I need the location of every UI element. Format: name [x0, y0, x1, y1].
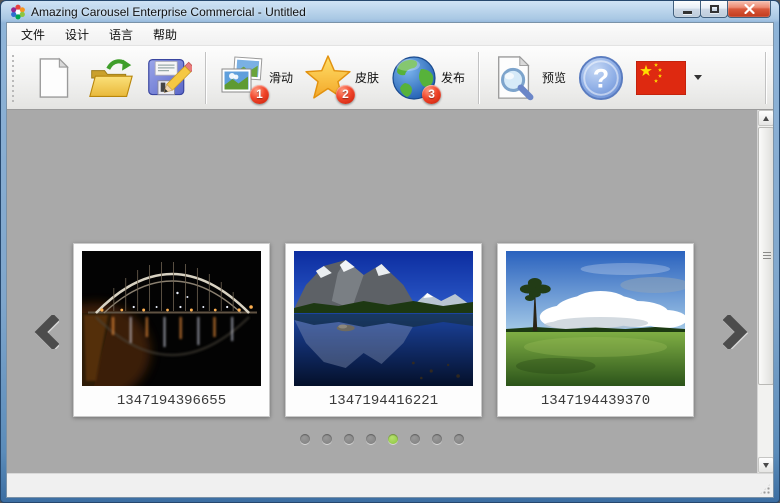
menu-help[interactable]: 帮助: [143, 23, 187, 46]
scrollbar-grip-icon: [763, 252, 771, 260]
scroll-up-icon: [763, 116, 769, 121]
pagination-dot[interactable]: [322, 434, 332, 444]
preview-button-label: 预览: [542, 69, 566, 86]
toolbar-gripper: [11, 54, 16, 102]
skin-button[interactable]: 2 皮肤: [299, 50, 385, 106]
skin-button-label: 皮肤: [355, 69, 379, 86]
close-button[interactable]: [727, 1, 771, 18]
carousel-next-arrow[interactable]: [723, 315, 749, 349]
preview-icon: [492, 54, 538, 102]
publish-button-label: 发布: [441, 69, 465, 86]
toolbar-separator: [478, 52, 479, 104]
slide-button-label: 滑动: [269, 69, 293, 86]
design-canvas: 1347194396655: [7, 110, 757, 473]
china-flag-icon: [636, 61, 686, 95]
resize-grip[interactable]: [759, 483, 771, 495]
toolbar-separator: [205, 52, 206, 104]
pagination-dot[interactable]: [366, 434, 376, 444]
app-window: Amazing Carousel Enterprise Commercial -…: [0, 0, 780, 503]
carousel-slide[interactable]: 1347194396655: [73, 243, 270, 417]
mountain-lake-photo: [294, 251, 473, 386]
carousel-slide[interactable]: 1347194416221: [285, 243, 482, 417]
minimize-button[interactable]: [673, 1, 701, 18]
toolbar-separator: [765, 52, 766, 104]
new-document-icon: [33, 55, 73, 101]
green-field-photo: [506, 251, 685, 386]
menu-design[interactable]: 设计: [55, 23, 99, 46]
window-controls: [674, 1, 771, 18]
open-project-button[interactable]: [82, 50, 140, 106]
window-body: 文件 设计 语言 帮助: [6, 22, 774, 498]
window-title: Amazing Carousel Enterprise Commercial -…: [31, 5, 306, 19]
slide-caption: 1347194416221: [294, 386, 473, 417]
pagination-dot[interactable]: [454, 434, 464, 444]
vertical-scrollbar[interactable]: [757, 110, 773, 473]
pagination-dot-active[interactable]: [388, 434, 398, 444]
scroll-up-button[interactable]: [758, 110, 774, 126]
night-bridge-photo: [82, 251, 261, 386]
pagination-dot[interactable]: [300, 434, 310, 444]
help-button[interactable]: ?: [572, 50, 630, 106]
pagination-dot[interactable]: [344, 434, 354, 444]
pagination-dot[interactable]: [432, 434, 442, 444]
scroll-down-icon: [763, 463, 769, 468]
help-icon: ?: [578, 54, 624, 102]
slide-caption: 1347194439370: [506, 386, 685, 417]
save-icon: [146, 54, 192, 102]
titlebar[interactable]: Amazing Carousel Enterprise Commercial -…: [6, 1, 774, 22]
menu-language[interactable]: 语言: [99, 23, 143, 46]
main-area: 1347194396655: [7, 110, 773, 473]
maximize-icon: [710, 5, 719, 13]
pagination-dot[interactable]: [410, 434, 420, 444]
help-glyph: ?: [593, 63, 609, 93]
scrollbar-thumb[interactable]: [758, 127, 774, 385]
slide-step-badge: 1: [250, 85, 269, 104]
minimize-icon: [683, 11, 692, 14]
skin-step-badge: 2: [336, 85, 355, 104]
publish-step-badge: 3: [422, 85, 441, 104]
menubar: 文件 设计 语言 帮助: [7, 23, 773, 46]
carousel-prev-arrow[interactable]: [33, 315, 59, 349]
close-icon: [744, 4, 755, 14]
slide-caption: 1347194396655: [82, 386, 261, 417]
pagination-dots: [7, 434, 757, 444]
scroll-down-button[interactable]: [758, 457, 774, 473]
save-project-button[interactable]: [140, 50, 198, 106]
open-folder-icon: [88, 55, 134, 101]
toolbar: 1 滑动 2 皮肤: [7, 46, 773, 110]
preview-button[interactable]: 预览: [486, 50, 572, 106]
app-logo-icon: [10, 4, 26, 20]
statusbar: [7, 473, 773, 497]
language-selector[interactable]: [630, 57, 708, 99]
maximize-button[interactable]: [700, 1, 728, 18]
publish-button[interactable]: 3 发布: [385, 50, 471, 106]
slide-button[interactable]: 1 滑动: [213, 50, 299, 106]
menu-file[interactable]: 文件: [11, 23, 55, 46]
new-project-button[interactable]: [24, 50, 82, 106]
carousel-slide[interactable]: 1347194439370: [497, 243, 694, 417]
language-dropdown-icon[interactable]: [694, 75, 702, 80]
